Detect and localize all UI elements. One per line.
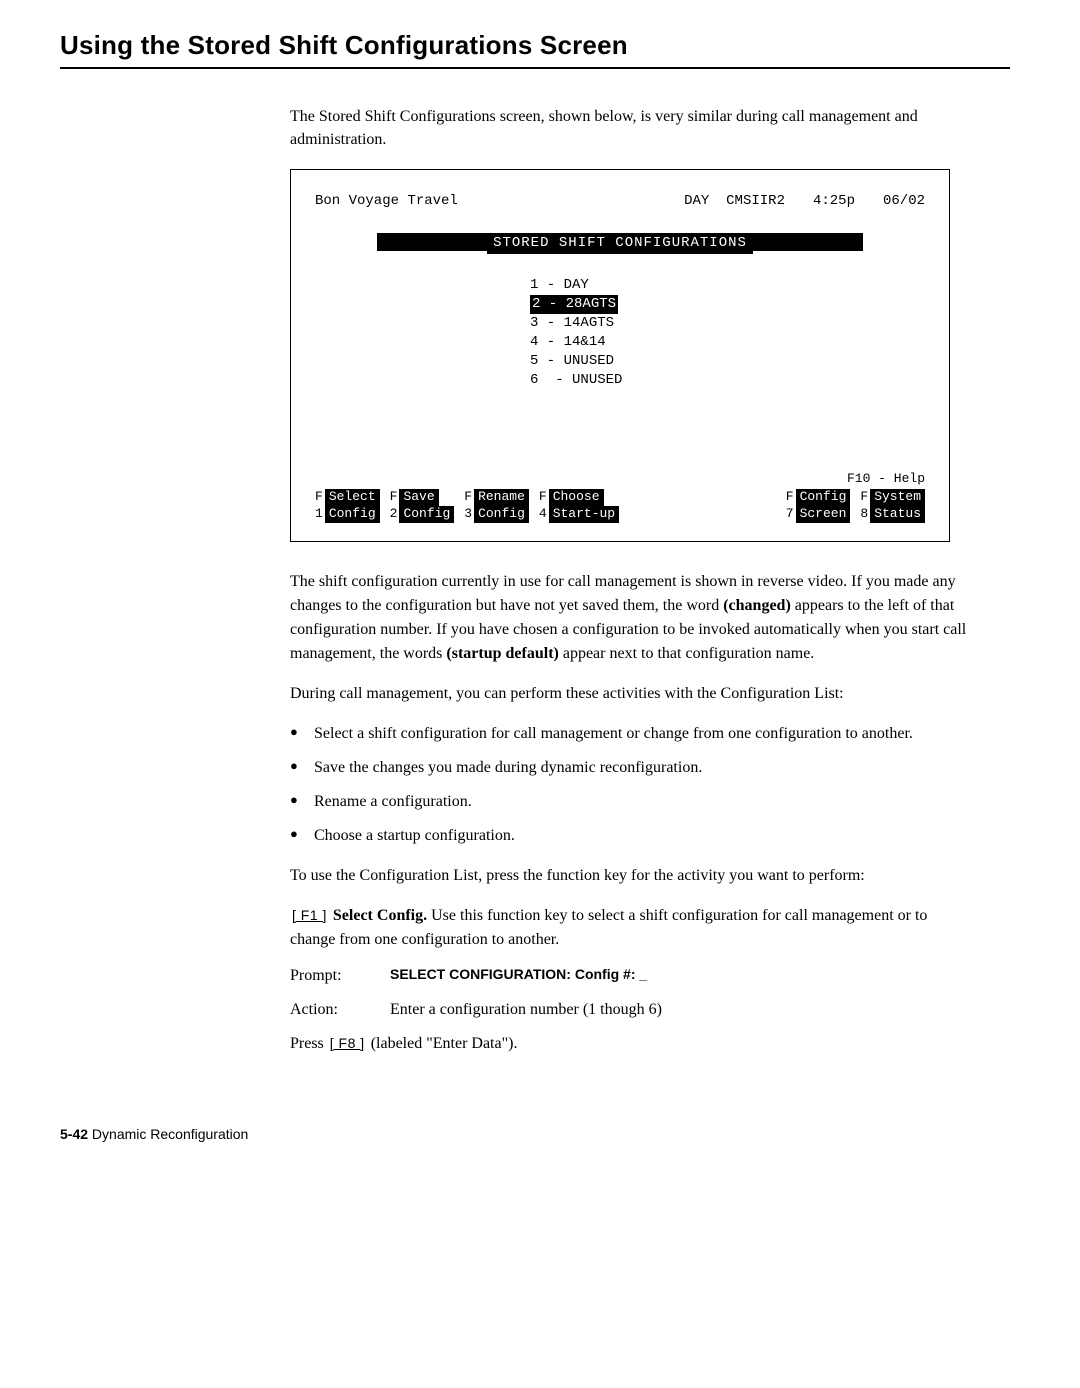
paragraph-2: During call management, you can perform … — [290, 682, 970, 706]
config-item-1: 1 - DAY — [530, 276, 710, 295]
page-footer: 5-42 Dynamic Reconfiguration — [60, 1126, 1010, 1142]
fn-f2: FSave 2Config — [390, 489, 455, 523]
config-item-6: 6 - UNUSED — [530, 371, 710, 390]
list-item: Select a shift configuration for call ma… — [290, 722, 970, 746]
action-value: Enter a configuration number (1 though 6… — [390, 998, 662, 1022]
date-label: 06/02 — [883, 192, 925, 211]
fn-f8: FSystem 8Status — [860, 489, 925, 523]
paragraph-1: The shift configuration currently in use… — [290, 570, 970, 666]
fn-f4: FChoose 4Start-up — [539, 489, 619, 523]
key-f8: [ F8 ] — [328, 1035, 367, 1051]
intro-paragraph: The Stored Shift Configurations screen, … — [290, 105, 970, 151]
f1-definition: [ F1 ] Select Config. Use this function … — [290, 904, 970, 952]
time-label: 4:25p — [813, 192, 855, 211]
fn-f3: FRename 3Config — [464, 489, 529, 523]
f10-help: F10 - Help — [847, 470, 925, 488]
list-item: Save the changes you made during dynamic… — [290, 756, 970, 780]
prompt-row: Prompt: SELECT CONFIGURATION: Config #: … — [290, 964, 970, 988]
press-line: Press [ F8 ] (labeled "Enter Data"). — [290, 1032, 970, 1056]
config-item-4: 4 - 14&14 — [530, 333, 710, 352]
config-item-2: 2 - 28AGTS — [530, 295, 618, 314]
config-list: 1 - DAY 2 - 28AGTS 3 - 14AGTS 4 - 14&14 … — [530, 276, 710, 389]
shift-label: DAY CMSIIR2 — [684, 192, 785, 211]
paragraph-3: To use the Configuration List, press the… — [290, 864, 970, 888]
bullet-list: Select a shift configuration for call ma… — [290, 722, 970, 848]
list-item: Rename a configuration. — [290, 790, 970, 814]
terminal-header: Bon Voyage Travel DAY CMSIIR2 4:25p 06/0… — [315, 192, 925, 211]
list-item: Choose a startup configuration. — [290, 824, 970, 848]
fn-f1: FSelect 1Config — [315, 489, 380, 523]
content-column: The Stored Shift Configurations screen, … — [290, 105, 970, 1056]
page-title: Using the Stored Shift Configurations Sc… — [60, 30, 1010, 69]
terminal-title-bar: STORED SHIFT CONFIGURATIONS — [315, 233, 925, 254]
terminal-screenshot: Bon Voyage Travel DAY CMSIIR2 4:25p 06/0… — [290, 169, 950, 541]
prompt-value: SELECT CONFIGURATION: Config #: _ — [390, 964, 647, 988]
terminal-title: STORED SHIFT CONFIGURATIONS — [487, 233, 753, 254]
org-name: Bon Voyage Travel — [315, 192, 458, 211]
action-row: Action: Enter a configuration number (1 … — [290, 998, 970, 1022]
config-item-5: 5 - UNUSED — [530, 352, 710, 371]
fn-f7: FConfig 7Screen — [786, 489, 851, 523]
key-f1: [ F1 ] — [290, 907, 329, 923]
function-key-row: FSelect 1Config FSave 2Config FRename 3C… — [315, 470, 925, 523]
config-item-3: 3 - 14AGTS — [530, 314, 710, 333]
